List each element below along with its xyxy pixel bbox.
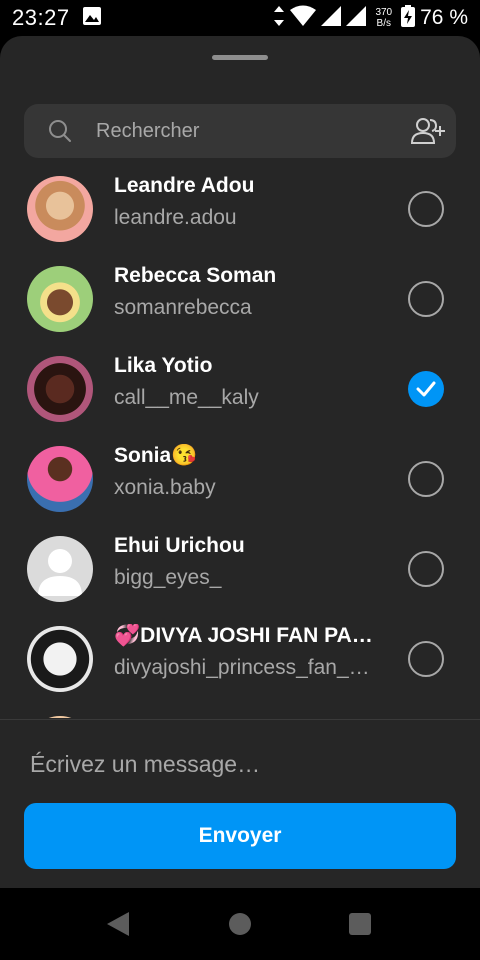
contact-row[interactable]: Lika Yotio call__me__kaly — [0, 344, 480, 434]
contact-name: Ehui Urichou — [114, 534, 245, 557]
status-time: 23:27 — [12, 5, 70, 30]
signal-icon — [346, 5, 367, 31]
battery-charging-icon — [401, 4, 416, 32]
home-icon[interactable] — [229, 913, 251, 935]
avatar — [27, 716, 93, 718]
contact-username: bigg_eyes_ — [114, 566, 222, 589]
avatar — [27, 446, 93, 512]
drag-handle[interactable] — [212, 55, 268, 60]
avatar — [27, 536, 93, 602]
search-bar[interactable]: Rechercher — [24, 104, 456, 158]
status-bar: 23:27 370 B/s 76 % — [0, 0, 480, 36]
contact-row[interactable]: Leandre Adou leandre.adou — [0, 164, 480, 254]
network-speed: 370 B/s — [375, 7, 392, 29]
select-circle[interactable] — [408, 641, 444, 677]
avatar — [27, 266, 93, 332]
wifi-icon — [290, 5, 317, 32]
back-icon[interactable] — [107, 912, 129, 941]
send-button[interactable]: Envoyer — [24, 803, 456, 869]
message-input[interactable]: Écrivez un message… — [30, 746, 450, 782]
contact-row[interactable]: Ehui Urichou bigg_eyes_ — [0, 524, 480, 614]
recents-icon[interactable] — [349, 913, 371, 935]
select-circle[interactable] — [408, 461, 444, 497]
divider — [0, 719, 480, 720]
avatar — [27, 356, 93, 422]
contact-username: call__me__kaly — [114, 386, 259, 409]
contact-list: Leandre Adou leandre.adou Rebecca Soman … — [0, 164, 480, 718]
navigation-bar — [0, 888, 480, 960]
battery-percent: 76 % — [420, 6, 468, 29]
avatar — [27, 626, 93, 692]
network-speed-value: 370 — [375, 7, 393, 18]
select-circle[interactable] — [408, 281, 444, 317]
data-arrows-icon — [273, 5, 285, 32]
search-input[interactable]: Rechercher — [96, 104, 199, 158]
search-icon — [48, 119, 72, 143]
share-sheet: Rechercher Leandre Adou leandre.adou Reb… — [0, 36, 480, 888]
gallery-icon — [82, 6, 102, 31]
checkmark-icon — [416, 381, 436, 397]
contact-username: xonia.baby — [114, 476, 216, 499]
signal-icon — [321, 5, 342, 31]
contact-username: somanrebecca — [114, 296, 252, 319]
contact-name: Leandre Adou — [114, 174, 255, 197]
contact-name: Sonia😘 — [114, 444, 198, 467]
contact-username: divyajoshi_princess_fan_… — [114, 656, 370, 679]
select-circle[interactable] — [408, 551, 444, 587]
network-speed-unit: B/s — [376, 18, 391, 29]
add-people-icon[interactable] — [410, 116, 446, 146]
avatar — [27, 176, 93, 242]
contact-row[interactable]: Sonia😘 xonia.baby — [0, 434, 480, 524]
select-circle-checked[interactable] — [408, 371, 444, 407]
contact-name: Rebecca Soman — [114, 264, 277, 287]
contact-row[interactable]: Rebecca Soman somanrebecca — [0, 254, 480, 344]
contact-username: leandre.adou — [114, 206, 237, 229]
contact-name: Lika Yotio — [114, 354, 213, 377]
select-circle[interactable] — [408, 191, 444, 227]
default-avatar-icon — [38, 549, 82, 596]
contact-row[interactable] — [0, 704, 480, 718]
contact-name: 💞DIVYA JOSHI FAN PA… — [114, 624, 373, 647]
contact-row[interactable]: 💞DIVYA JOSHI FAN PA… divyajoshi_princess… — [0, 614, 480, 704]
